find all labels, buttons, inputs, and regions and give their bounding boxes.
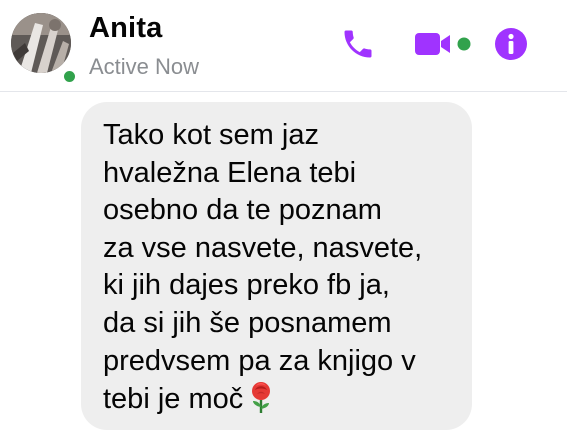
message-line: da si jih še posnamem	[103, 306, 392, 339]
message-line: za vse nasvete, nasvete,	[103, 231, 423, 264]
call-button[interactable]	[340, 26, 376, 62]
video-call-button[interactable]	[413, 28, 475, 60]
message-line-last: tebi je moč	[103, 380, 454, 419]
message-line: predvsem pa za knjigo v	[103, 344, 416, 377]
phone-icon	[344, 30, 372, 58]
avatar[interactable]	[11, 13, 71, 73]
rose-emoji-icon	[247, 380, 275, 414]
message-line: ki jih dajes preko fb ja,	[103, 269, 390, 302]
contact-name[interactable]: Anita	[89, 12, 163, 45]
message-line: osebno da te poznam	[103, 194, 382, 227]
message-bubble[interactable]: Tako kot sem jaz hvaležna Elena tebi ose…	[81, 102, 472, 430]
contact-status: Active Now	[89, 54, 200, 79]
contact-avatar-wrap[interactable]	[11, 13, 78, 85]
info-icon	[495, 28, 527, 60]
chat-header: Anita Active Now	[0, 0, 567, 92]
message-line: hvaležna Elena tebi	[103, 156, 357, 189]
video-camera-icon	[415, 33, 471, 55]
message-line: Tako kot sem jaz	[103, 119, 319, 151]
message-line-text: tebi je moč	[103, 383, 244, 416]
avatar-photo	[11, 13, 71, 73]
active-status-dot	[61, 68, 78, 85]
info-button[interactable]	[493, 26, 529, 62]
